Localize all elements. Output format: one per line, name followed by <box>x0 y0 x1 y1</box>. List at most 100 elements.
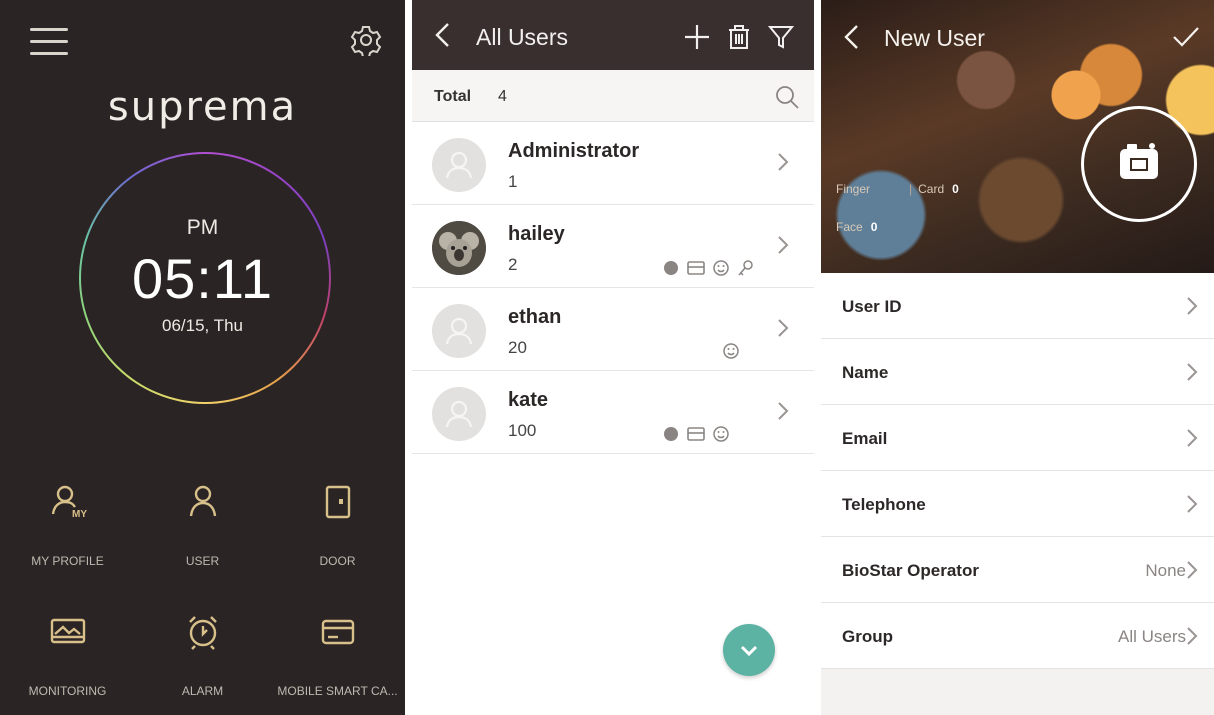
clock-ampm: PM <box>186 216 219 239</box>
card-icon <box>687 261 705 275</box>
field-biostar-operator[interactable]: BioStar Operator None <box>821 537 1214 603</box>
chevron-right-icon <box>1187 561 1198 579</box>
field-email[interactable]: Email <box>821 405 1214 471</box>
user-icon <box>189 485 216 517</box>
profile-photo-banner: New User Finger | Card 0 Face 0 <box>821 0 1214 273</box>
chevron-right-icon <box>1187 429 1198 447</box>
finger-credential: Finger <box>836 182 870 196</box>
total-label: Total <box>434 88 472 105</box>
field-telephone[interactable]: Telephone <box>821 471 1214 537</box>
user-name: Administrator <box>508 140 640 162</box>
face-label: Face <box>836 220 863 234</box>
total-count: 4 <box>498 88 507 105</box>
avatar <box>432 387 486 441</box>
tile-label: MONITORING <box>28 684 107 698</box>
svg-text:MY: MY <box>72 509 87 520</box>
search-icon[interactable] <box>774 84 800 110</box>
card-label: Card <box>918 182 945 196</box>
user-row-ethan[interactable]: ethan 20 <box>412 288 814 371</box>
page-title: New User <box>884 25 985 51</box>
field-label: User ID <box>842 297 902 316</box>
filter-icon[interactable] <box>766 22 796 52</box>
all-users-screen: All Users Total 4 Administrator 1 hailey… <box>412 0 814 715</box>
user-id: 2 <box>508 255 518 274</box>
face-icon <box>713 260 729 276</box>
user-name: hailey <box>508 223 565 245</box>
face-count: 0 <box>870 220 878 234</box>
chevron-right-icon <box>778 402 789 420</box>
tile-door[interactable]: DOOR <box>270 474 405 584</box>
card-icon <box>321 619 354 645</box>
finger-label: Finger <box>836 182 871 196</box>
hamburger-menu-icon[interactable] <box>30 26 70 58</box>
home-screen: suprema PM 05:11 06/15, Thu MY MY PROFIL… <box>0 0 405 715</box>
gear-icon[interactable] <box>350 24 382 58</box>
header-bar: All Users <box>412 0 814 70</box>
scroll-down-button[interactable] <box>723 624 775 676</box>
field-group[interactable]: Group All Users <box>821 603 1214 669</box>
fingerprint-icon <box>664 427 678 441</box>
card-credential: | Card 0 <box>909 182 959 196</box>
add-user-icon[interactable] <box>682 22 712 52</box>
chevron-right-icon <box>1187 363 1198 381</box>
tile-label: USER <box>185 554 220 568</box>
user-row-administrator[interactable]: Administrator 1 <box>412 122 814 205</box>
field-user-id[interactable]: User ID <box>821 273 1214 339</box>
trash-icon[interactable] <box>724 22 754 52</box>
face-credential: Face 0 <box>836 220 877 234</box>
suprema-logo: suprema <box>107 84 298 130</box>
tile-label: MOBILE SMART CA... <box>277 684 398 698</box>
face-icon <box>723 343 739 359</box>
my-profile-icon: MY <box>51 485 87 520</box>
alarm-clock-icon <box>188 616 217 650</box>
face-icon <box>713 426 729 442</box>
total-bar: Total 4 <box>412 70 814 122</box>
chevron-right-icon <box>778 236 789 254</box>
back-arrow-icon[interactable] <box>432 22 454 48</box>
user-row-hailey[interactable]: hailey 2 <box>412 205 814 288</box>
avatar <box>432 304 486 358</box>
avatar-photo <box>432 221 486 275</box>
user-row-kate[interactable]: kate 100 <box>412 371 814 454</box>
user-id: 100 <box>508 421 537 440</box>
tile-my-profile[interactable]: MY MY PROFILE <box>0 474 135 584</box>
field-label: Email <box>842 429 888 448</box>
camera-icon <box>1120 143 1158 179</box>
field-value: None <box>1145 561 1186 580</box>
field-name[interactable]: Name <box>821 339 1214 405</box>
chevron-down-icon <box>740 645 758 657</box>
monitoring-icon <box>50 618 85 644</box>
tile-label: MY PROFILE <box>31 554 104 568</box>
tile-label: ALARM <box>181 684 224 698</box>
fingerprint-icon <box>664 261 678 275</box>
field-label: Telephone <box>842 495 926 514</box>
field-label: BioStar Operator <box>842 561 979 580</box>
avatar <box>432 138 486 192</box>
tile-alarm[interactable]: ALARM <box>135 604 270 714</box>
field-value: All Users <box>1117 627 1186 646</box>
field-label: Name <box>842 363 889 382</box>
checkmark-icon[interactable] <box>1171 24 1201 50</box>
page-title: All Users <box>476 24 569 50</box>
clock-time: 05:11 <box>132 247 273 310</box>
user-name: ethan <box>508 306 562 328</box>
clock-date: 06/15, Thu <box>162 316 243 335</box>
tile-user[interactable]: USER <box>135 474 270 584</box>
user-name: kate <box>508 389 549 411</box>
chevron-right-icon <box>1187 495 1198 513</box>
user-id: 20 <box>508 338 527 357</box>
key-icon <box>738 260 753 276</box>
user-id: 1 <box>508 172 518 191</box>
chevron-right-icon <box>1187 297 1198 315</box>
field-label: Group <box>842 627 893 646</box>
add-photo-button[interactable] <box>1081 106 1197 222</box>
back-arrow-icon[interactable] <box>841 24 863 50</box>
card-count: 0 <box>952 182 959 196</box>
chevron-right-icon <box>1187 627 1198 645</box>
card-icon <box>687 427 705 441</box>
tile-monitoring[interactable]: MONITORING <box>0 604 135 714</box>
chevron-right-icon <box>778 319 789 337</box>
tile-label: DOOR <box>319 554 356 568</box>
tile-mobile-smart-card[interactable]: MOBILE SMART CA... <box>270 604 405 714</box>
new-user-screen: New User Finger | Card 0 Face 0 User ID Nam… <box>821 0 1214 715</box>
